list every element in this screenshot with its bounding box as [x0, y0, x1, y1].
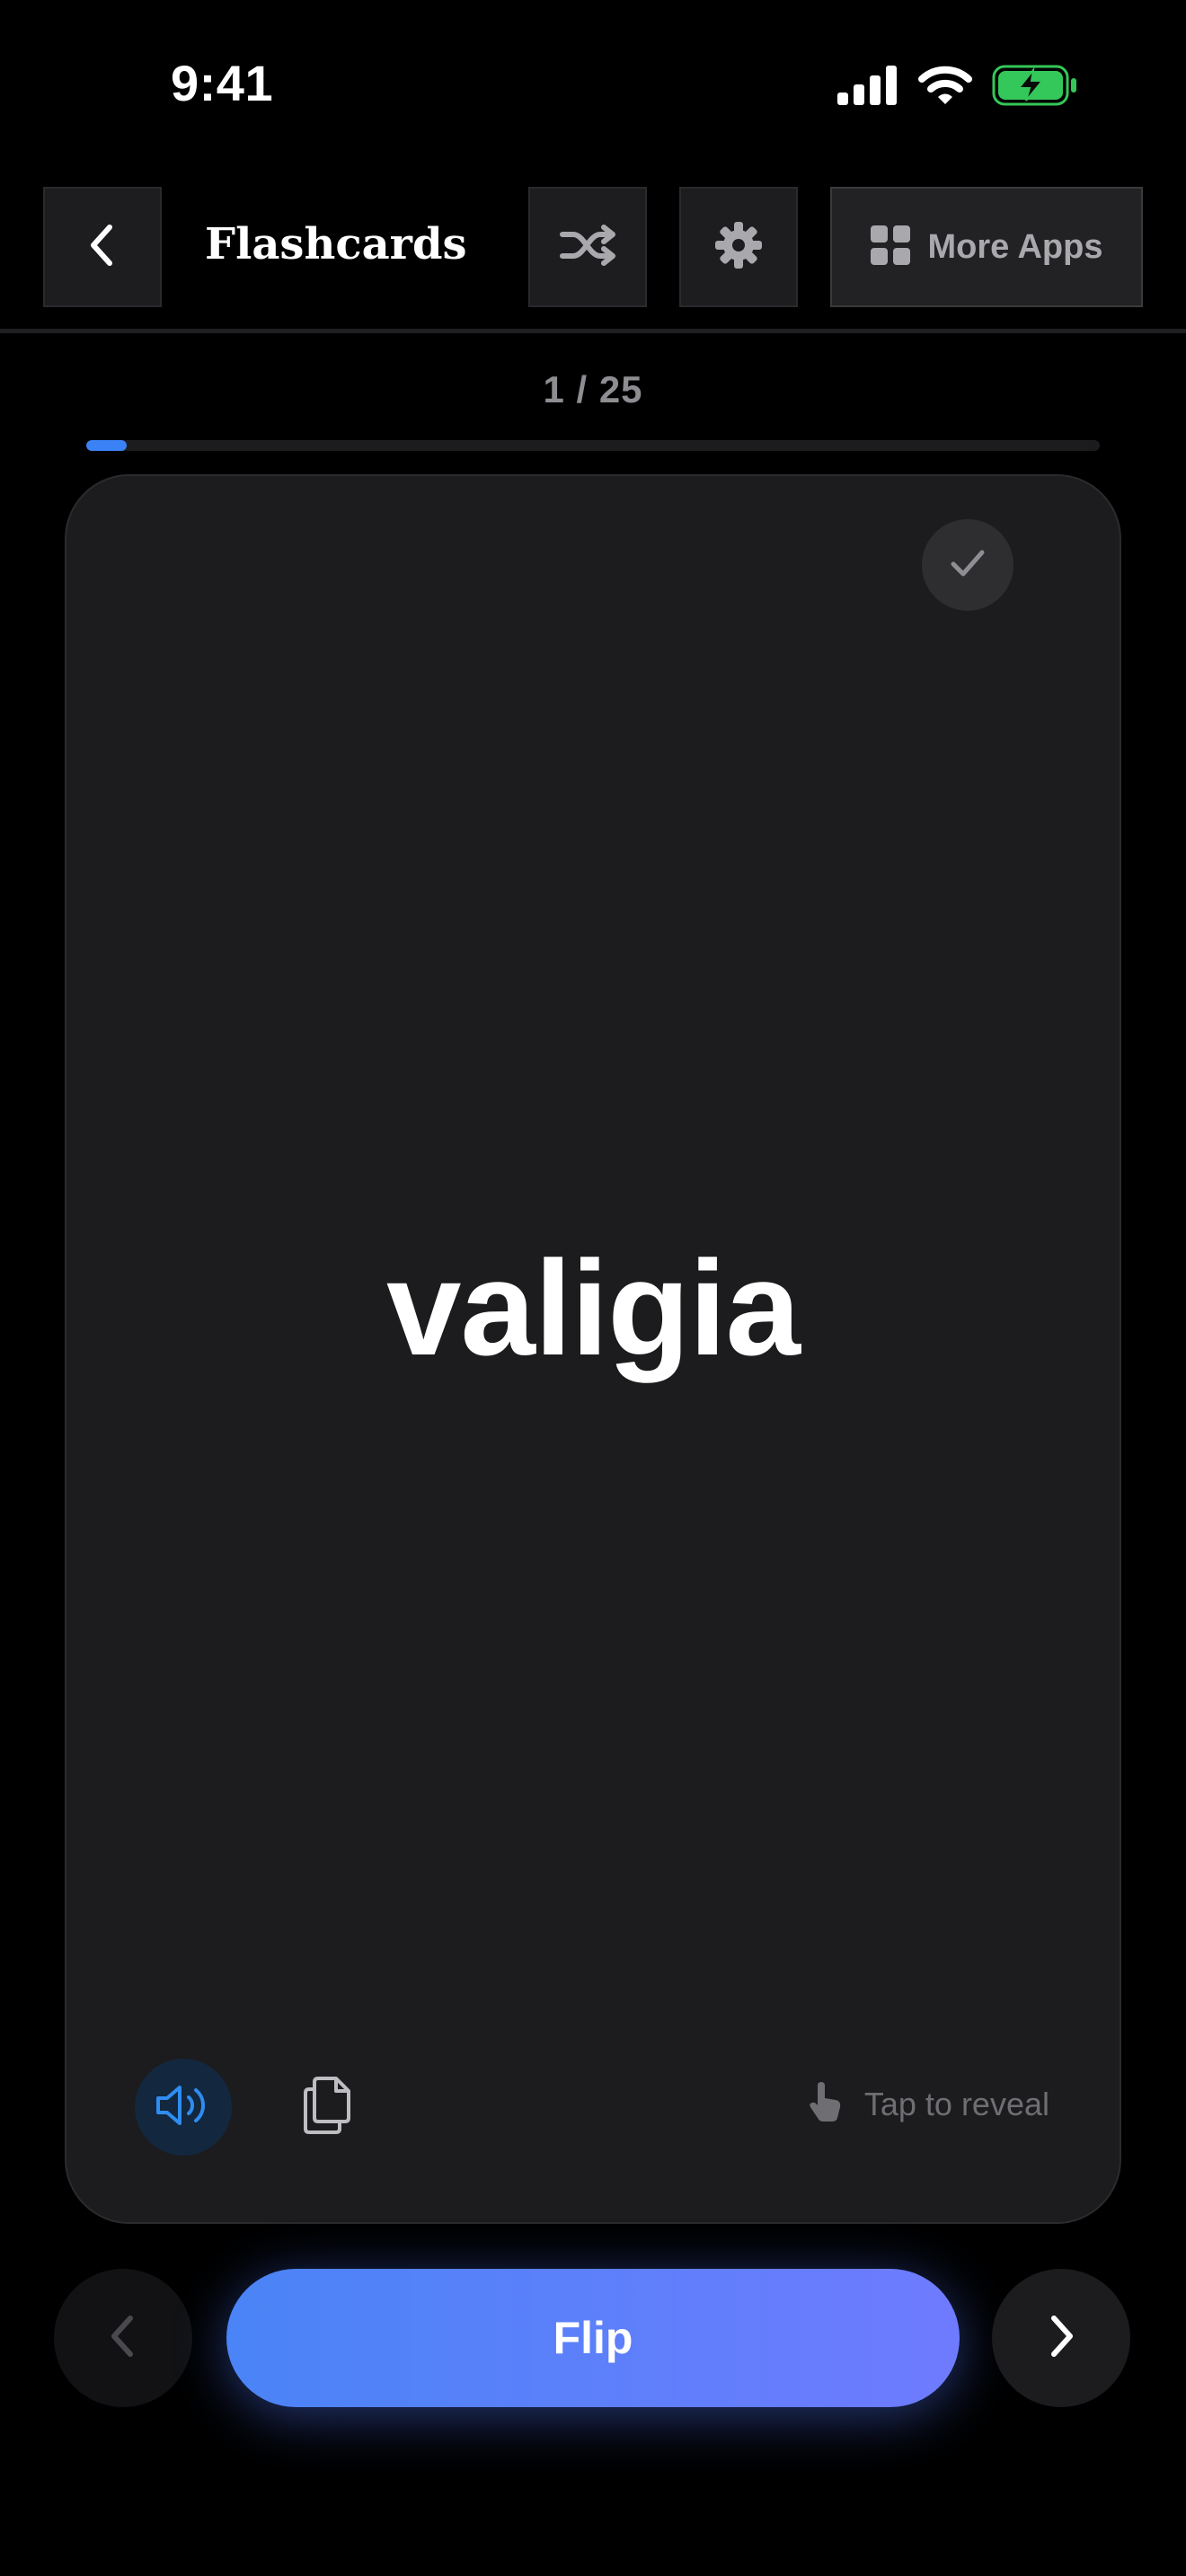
- wifi-icon: [918, 65, 972, 110]
- next-card-button[interactable]: [992, 2269, 1130, 2407]
- battery-charging-icon: [992, 65, 1078, 110]
- mark-known-button[interactable]: [922, 519, 1013, 611]
- previous-card-button[interactable]: [54, 2269, 192, 2407]
- copy-icon: [300, 2075, 354, 2140]
- progress-bar-fill: [86, 440, 128, 451]
- chevron-left-icon: [105, 2311, 141, 2366]
- speaker-icon: [155, 2082, 212, 2133]
- more-apps-label: More Apps: [927, 227, 1103, 266]
- settings-button[interactable]: [679, 187, 798, 307]
- checkmark-icon: [948, 545, 987, 586]
- chevron-right-icon: [1043, 2311, 1079, 2366]
- shuffle-button[interactable]: [528, 187, 647, 307]
- flashcard[interactable]: valigia Tap to reveal: [65, 474, 1121, 2224]
- header: Flashcards More Apps: [0, 187, 1186, 311]
- card-word: valigia: [386, 1232, 801, 1383]
- status-bar: 9:41: [0, 0, 1186, 171]
- progress-counter: 1 / 25: [543, 368, 643, 410]
- more-apps-button[interactable]: More Apps: [830, 187, 1143, 307]
- flip-button[interactable]: Flip: [226, 2269, 960, 2407]
- status-time: 9:41: [171, 55, 274, 111]
- chevron-left-icon: [84, 222, 120, 273]
- cellular-signal-icon: [837, 66, 898, 110]
- tap-hint-label: Tap to reveal: [863, 2085, 1049, 2122]
- shuffle-icon: [559, 224, 616, 271]
- tap-hand-icon: [805, 2080, 845, 2128]
- header-divider: [0, 329, 1186, 333]
- grid-icon: [870, 225, 910, 269]
- copy-button[interactable]: [279, 2059, 376, 2156]
- page-title: Flashcards: [205, 219, 467, 269]
- speak-button[interactable]: [135, 2059, 232, 2156]
- back-button[interactable]: [43, 187, 162, 307]
- progress-bar: [86, 440, 1100, 451]
- gear-icon: [713, 220, 764, 275]
- status-icons: [837, 65, 1078, 110]
- tap-to-reveal-hint: Tap to reveal: [805, 2080, 1049, 2128]
